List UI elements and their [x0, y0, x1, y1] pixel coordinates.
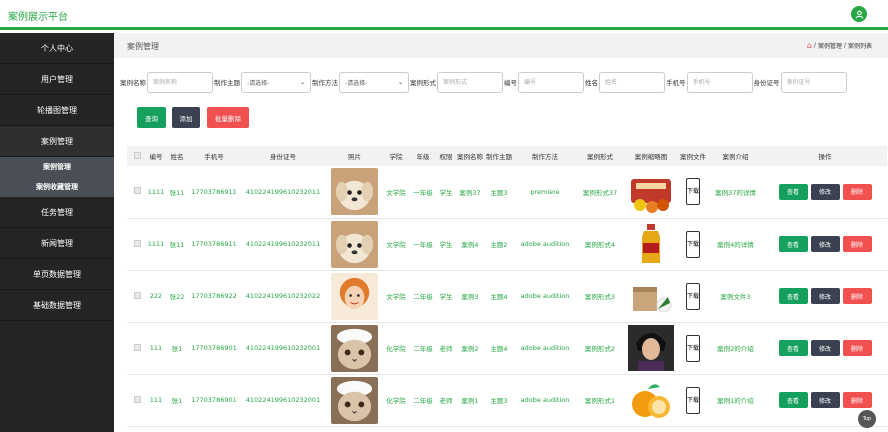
edit-button[interactable]: 修改	[810, 340, 840, 356]
row-checkbox[interactable]	[133, 343, 141, 351]
row-checkbox[interactable]	[133, 239, 141, 247]
submenu-item-case-favorites[interactable]: 案例收藏管理	[0, 177, 114, 197]
case-table: 编号 姓名 手机号 身份证号 照片 学院 年级 权限 案例名称 制作主题 制作方…	[127, 146, 887, 432]
sidebar-item-user-management[interactable]: 用户管理	[0, 64, 114, 95]
download-button[interactable]: 下载	[686, 282, 700, 310]
back-to-top-button[interactable]: Top	[858, 410, 876, 428]
query-button[interactable]: 查询	[137, 107, 166, 128]
main-content: 案例管理 ⌂ / 案例管理 / 案例列表 案例名称 制作主题 -请选择-⌄ 制作…	[114, 33, 888, 432]
row-checkbox[interactable]	[133, 395, 141, 403]
row-checkbox[interactable]	[133, 187, 141, 195]
chevron-down-icon: ⌄	[397, 78, 403, 86]
breadcrumb: ⌂ / 案例管理 / 案例列表	[806, 41, 872, 50]
view-button[interactable]: 查看	[778, 392, 808, 408]
download-button[interactable]: 下载	[686, 386, 700, 414]
table-row: 111 张1 17703786901 410224199610232001 化学…	[127, 374, 887, 426]
table-row: 1111 张11 17703786911 410224199610232011 …	[127, 218, 887, 270]
sidebar: 个人中心 用户管理 轮播图管理 案例管理 案例管理 案例收藏管理 任务管理 新闻…	[0, 33, 114, 432]
id-card-input[interactable]	[780, 71, 847, 93]
kitten-photo	[331, 376, 378, 424]
user-avatar-button[interactable]	[851, 6, 867, 22]
sidebar-item-task-management[interactable]: 任务管理	[0, 197, 114, 228]
case-name-input[interactable]	[147, 71, 213, 93]
view-button[interactable]: 查看	[778, 236, 808, 252]
sidebar-item-personal-center[interactable]: 个人中心	[0, 33, 114, 64]
home-icon[interactable]: ⌂	[807, 41, 812, 50]
download-button[interactable]: 下载	[686, 178, 700, 206]
download-button[interactable]: 下载	[686, 230, 700, 258]
delete-button[interactable]: 删除	[842, 288, 872, 304]
batch-delete-button[interactable]: 批量删除	[207, 107, 249, 128]
edit-button[interactable]: 修改	[810, 288, 840, 304]
sidebar-item-single-page-data[interactable]: 单页数据管理	[0, 259, 114, 290]
view-button[interactable]: 查看	[778, 340, 808, 356]
delete-button[interactable]: 删除	[842, 236, 872, 252]
user-icon	[855, 10, 863, 18]
sidebar-item-news-management[interactable]: 新闻管理	[0, 228, 114, 259]
sidebar-submenu: 案例管理 案例收藏管理	[0, 157, 114, 197]
select-all-checkbox[interactable]	[133, 151, 141, 159]
submenu-item-case-management[interactable]: 案例管理	[0, 157, 114, 177]
app-title: 案例展示平台	[8, 12, 68, 23]
gift-box-thumbnail	[628, 273, 674, 319]
case-form-input[interactable]	[437, 71, 503, 93]
top-header: 案例展示平台	[0, 0, 888, 30]
name-input[interactable]	[599, 71, 665, 93]
man-portrait-thumbnail	[628, 325, 674, 371]
oil-bottle-thumbnail	[628, 221, 674, 267]
search-form: 案例名称 制作主题 -请选择-⌄ 制作方法 -请选择-⌄ 案例形式 编号 姓名 …	[120, 71, 888, 93]
breadcrumb-level2: 案例列表	[847, 43, 872, 50]
theme-select[interactable]: -请选择- ⌄	[241, 71, 311, 93]
edit-button[interactable]: 修改	[810, 392, 840, 408]
page-header: 案例管理 ⌂ / 案例管理 / 案例列表	[114, 33, 888, 58]
delete-button[interactable]: 删除	[842, 183, 872, 200]
girl-photo	[331, 272, 378, 320]
food-thumbnail	[628, 168, 674, 215]
sidebar-item-case-management[interactable]: 案例管理	[0, 126, 114, 157]
kitten-photo	[331, 324, 378, 372]
chevron-down-icon: ⌄	[299, 78, 305, 86]
view-button[interactable]: 查看	[778, 183, 808, 200]
table-header-row: 编号 姓名 手机号 身份证号 照片 学院 年级 权限 案例名称 制作主题 制作方…	[127, 146, 887, 166]
page-title: 案例管理	[127, 42, 159, 51]
edit-button[interactable]: 修改	[810, 183, 840, 200]
table-row: 222 张22 17703786922 410224199610232022 文…	[127, 270, 887, 322]
breadcrumb-level1[interactable]: 案例管理	[818, 41, 842, 50]
orange-thumbnail	[628, 377, 674, 423]
table-row: 111 张1 17703786901 410224199610232001 化学…	[127, 322, 887, 374]
download-button[interactable]: 下载	[686, 334, 700, 362]
sidebar-item-basic-data[interactable]: 基础数据管理	[0, 290, 114, 321]
puppy-photo	[331, 168, 378, 216]
phone-input[interactable]	[686, 71, 753, 93]
edit-button[interactable]: 修改	[810, 236, 840, 252]
add-button[interactable]: 添加	[172, 107, 200, 128]
id-input[interactable]	[518, 71, 584, 93]
sidebar-item-carousel-management[interactable]: 轮播图管理	[0, 95, 114, 126]
table-row: 1111 张11 17703786911 410224199610232011 …	[127, 166, 887, 218]
row-checkbox[interactable]	[133, 291, 141, 299]
puppy-photo	[331, 220, 378, 268]
delete-button[interactable]: 删除	[842, 392, 872, 408]
view-button[interactable]: 查看	[778, 288, 808, 304]
method-select[interactable]: -请选择- ⌄	[339, 71, 409, 93]
delete-button[interactable]: 删除	[842, 340, 872, 356]
